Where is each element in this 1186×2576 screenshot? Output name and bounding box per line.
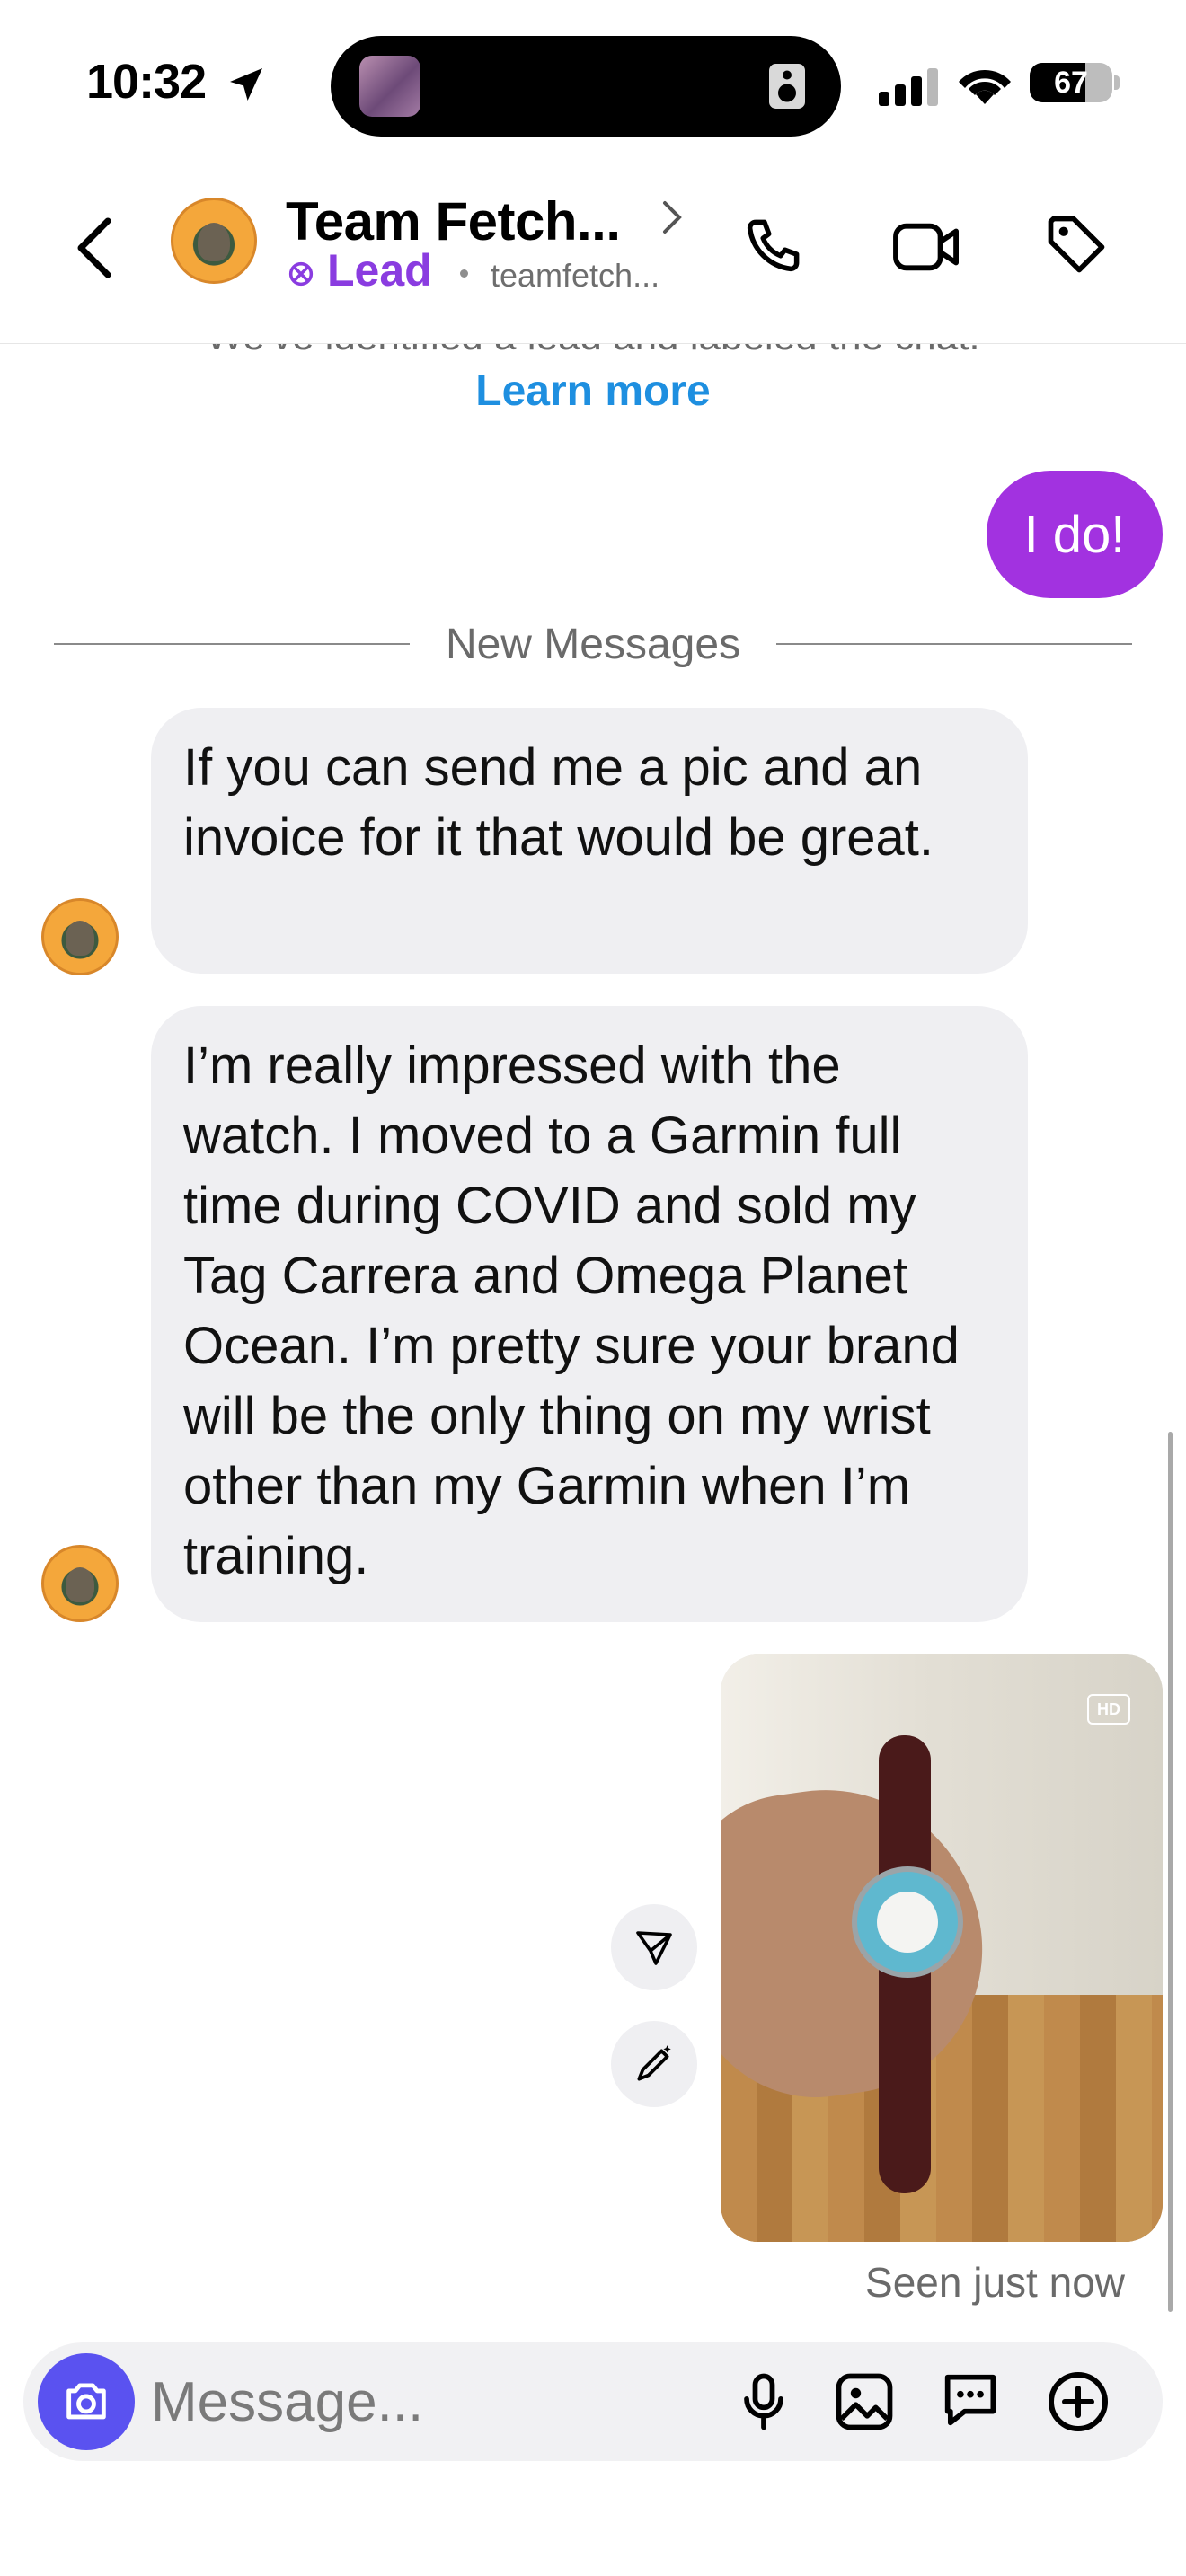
sender-avatar[interactable] [41, 1545, 119, 1622]
dynamic-island[interactable] [331, 36, 841, 137]
video-icon[interactable] [890, 216, 965, 278]
sent-photo[interactable]: HD [721, 1654, 1163, 2242]
phone-icon[interactable] [737, 212, 807, 282]
incoming-message[interactable]: If you can send me a pic and an invoice … [151, 708, 1028, 974]
mic-icon[interactable] [730, 2368, 798, 2436]
seen-status: Seen just now [865, 2259, 1125, 2306]
sender-avatar[interactable] [41, 898, 119, 975]
battery-cap [1114, 75, 1120, 90]
contact-name[interactable]: Team Fetch... [286, 190, 621, 252]
contact-handle: teamfetch... [491, 257, 660, 294]
divider-label: New Messages [425, 621, 761, 668]
chevron-right-icon[interactable] [661, 199, 683, 235]
tag-icon[interactable] [1042, 210, 1111, 278]
learn-more-link[interactable]: Learn more [0, 366, 1186, 416]
battery-level: 67 [1054, 66, 1088, 100]
gallery-icon[interactable] [830, 2368, 898, 2436]
edit-icon[interactable] [611, 2021, 697, 2107]
lead-icon [286, 259, 316, 289]
scrollbar[interactable] [1168, 1432, 1173, 2312]
plus-icon[interactable] [1042, 2366, 1114, 2438]
separator-dot [460, 269, 468, 278]
send-icon[interactable] [611, 1904, 697, 1990]
message-input[interactable] [151, 2366, 618, 2438]
status-time: 10:32 [86, 55, 207, 109]
lead-label[interactable]: Lead [327, 244, 432, 296]
sticker-icon[interactable] [936, 2366, 1005, 2434]
speaker-icon [760, 59, 814, 113]
incoming-message[interactable]: I’m really impressed with the watch. I m… [151, 1006, 1028, 1622]
chat-header: Team Fetch... Lead teamfetch... [0, 171, 1186, 344]
new-messages-divider: New Messages [0, 620, 1186, 669]
location-arrow-icon [225, 63, 268, 106]
signal-icon [879, 66, 942, 106]
hd-badge: HD [1087, 1694, 1130, 1725]
camera-icon[interactable] [38, 2353, 135, 2450]
message-composer [23, 2342, 1163, 2461]
outgoing-message[interactable]: I do! [987, 471, 1163, 598]
back-chevron-icon[interactable] [72, 216, 117, 280]
avatar[interactable] [171, 198, 257, 284]
battery-icon: 67 [1030, 63, 1112, 102]
now-playing-thumbnail [359, 56, 420, 117]
wifi-icon [956, 63, 1013, 106]
